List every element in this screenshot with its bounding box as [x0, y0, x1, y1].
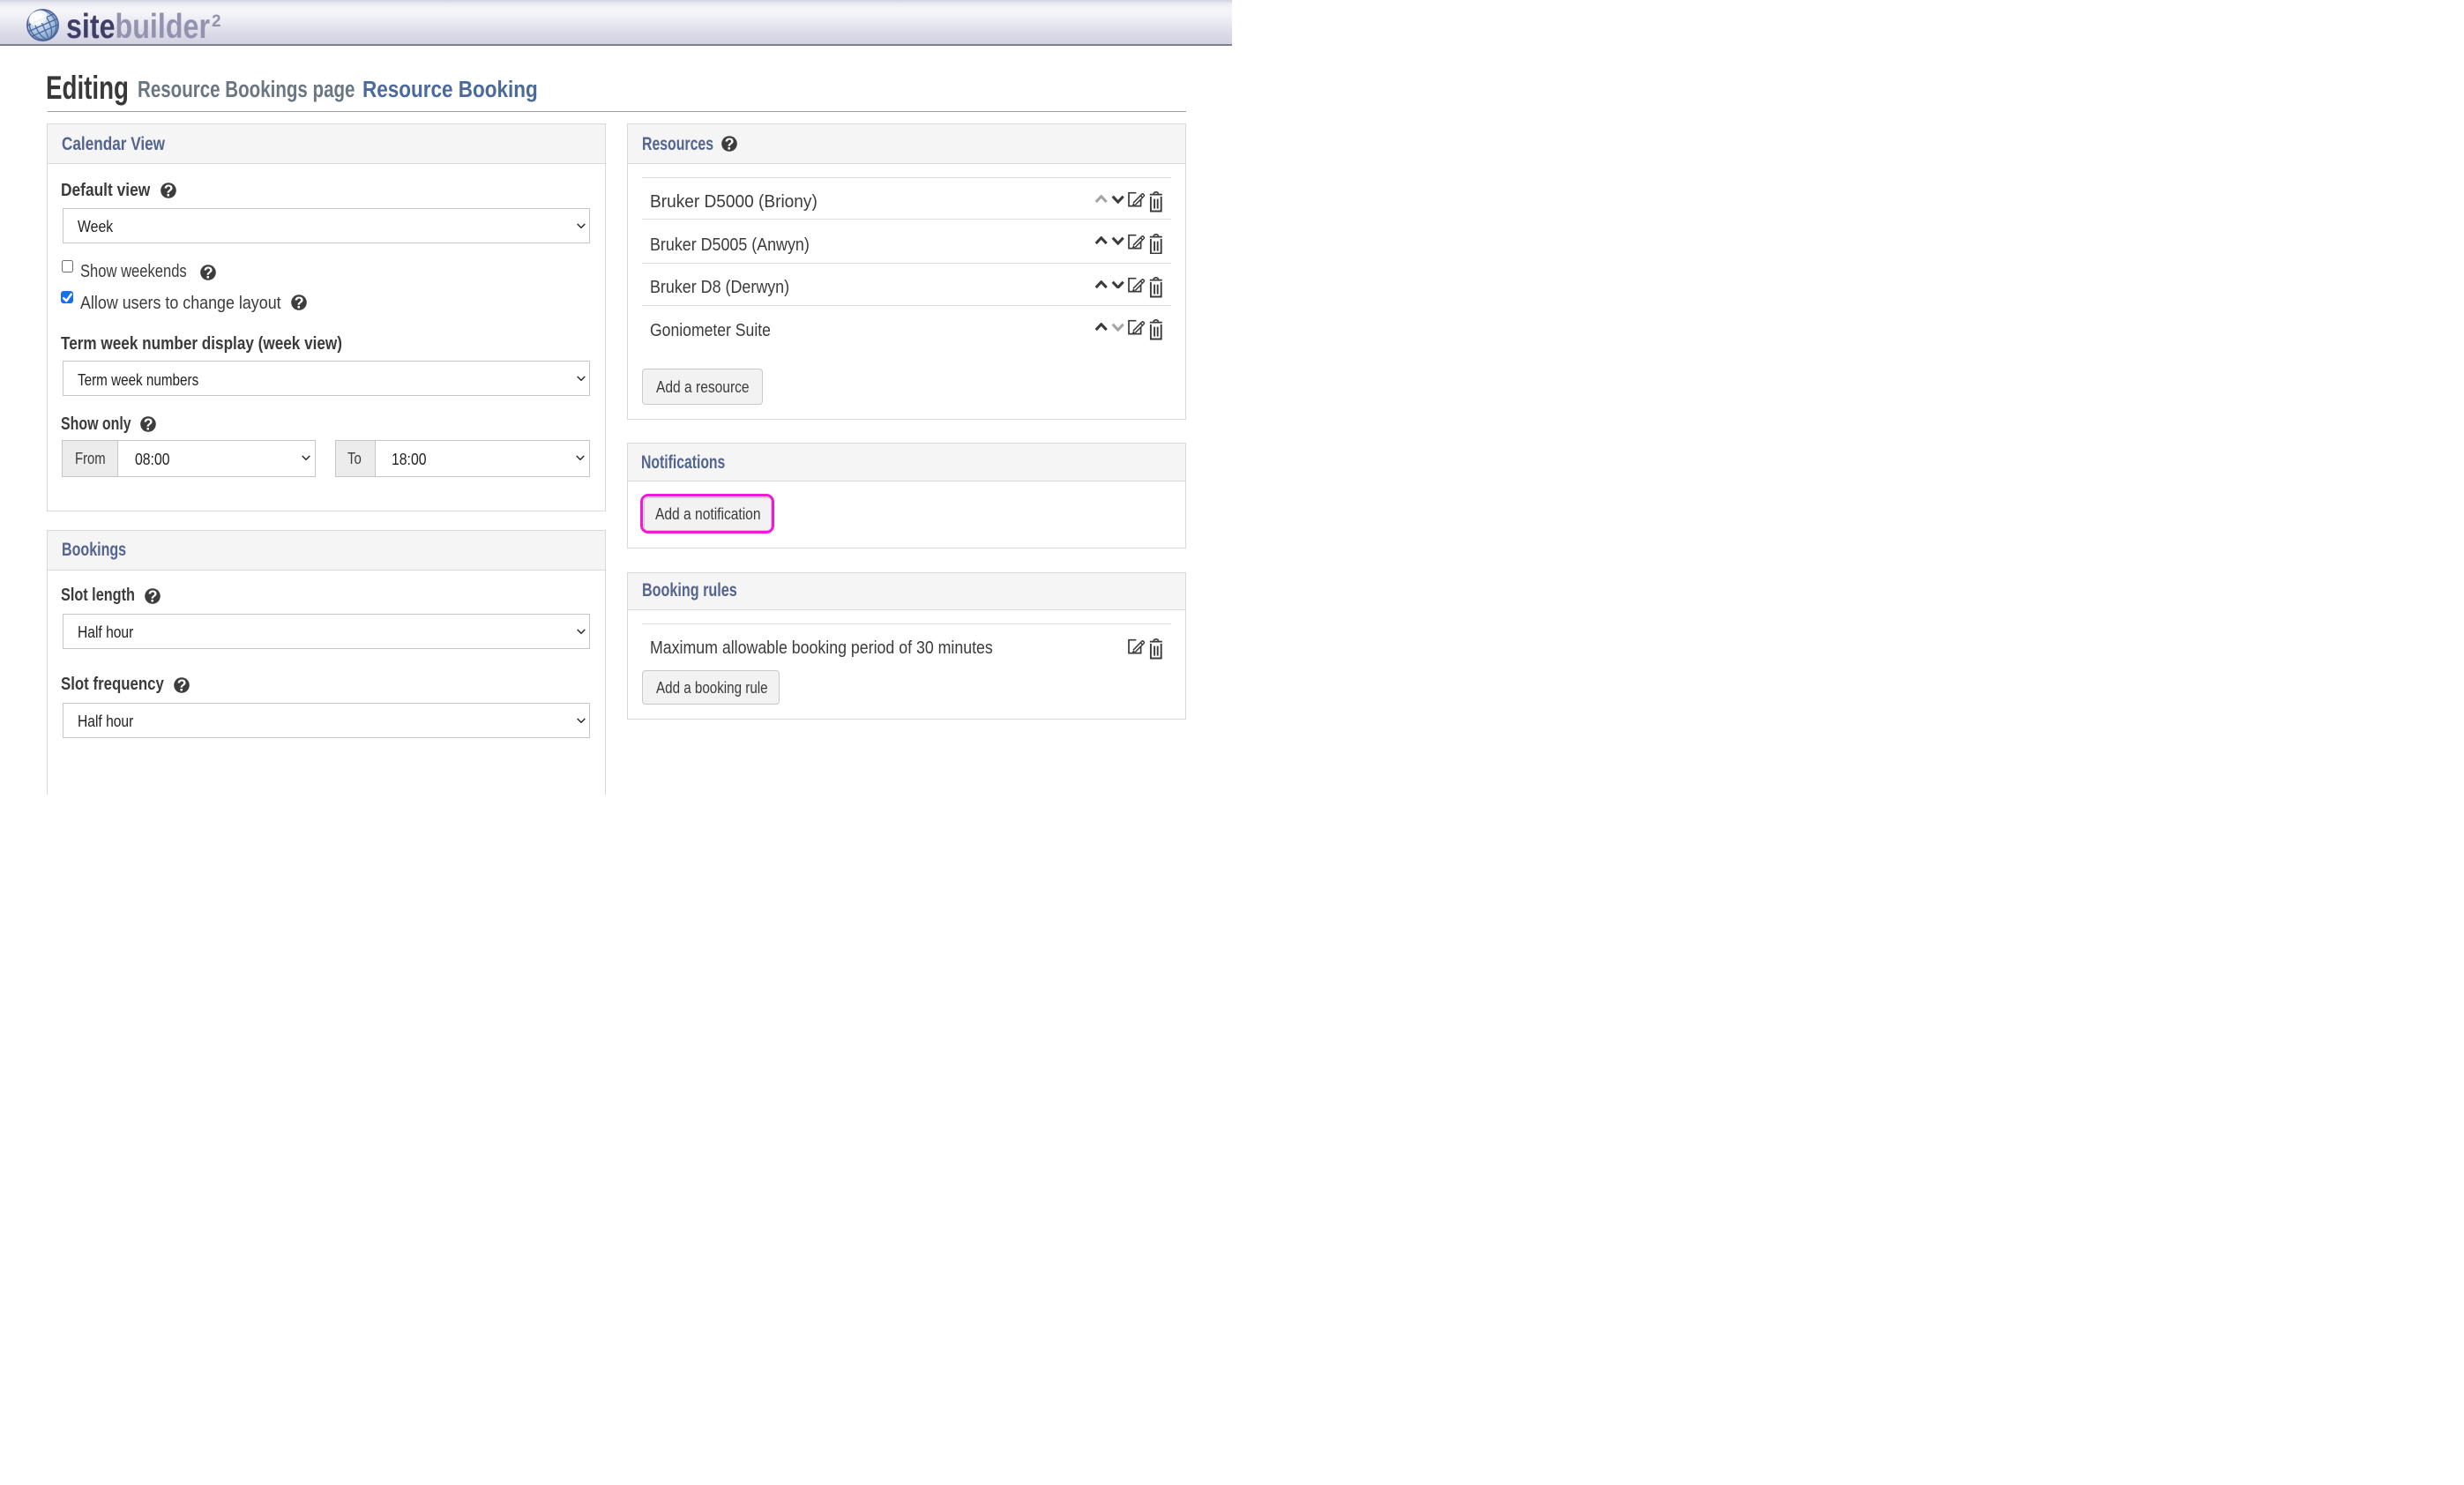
- svg-text:?: ?: [176, 677, 186, 693]
- svg-text:?: ?: [143, 416, 153, 432]
- svg-text:?: ?: [203, 265, 213, 280]
- svg-text:?: ?: [163, 183, 173, 198]
- svg-text:?: ?: [724, 136, 734, 152]
- svg-text:?: ?: [147, 588, 157, 604]
- svg-text:?: ?: [294, 295, 303, 310]
